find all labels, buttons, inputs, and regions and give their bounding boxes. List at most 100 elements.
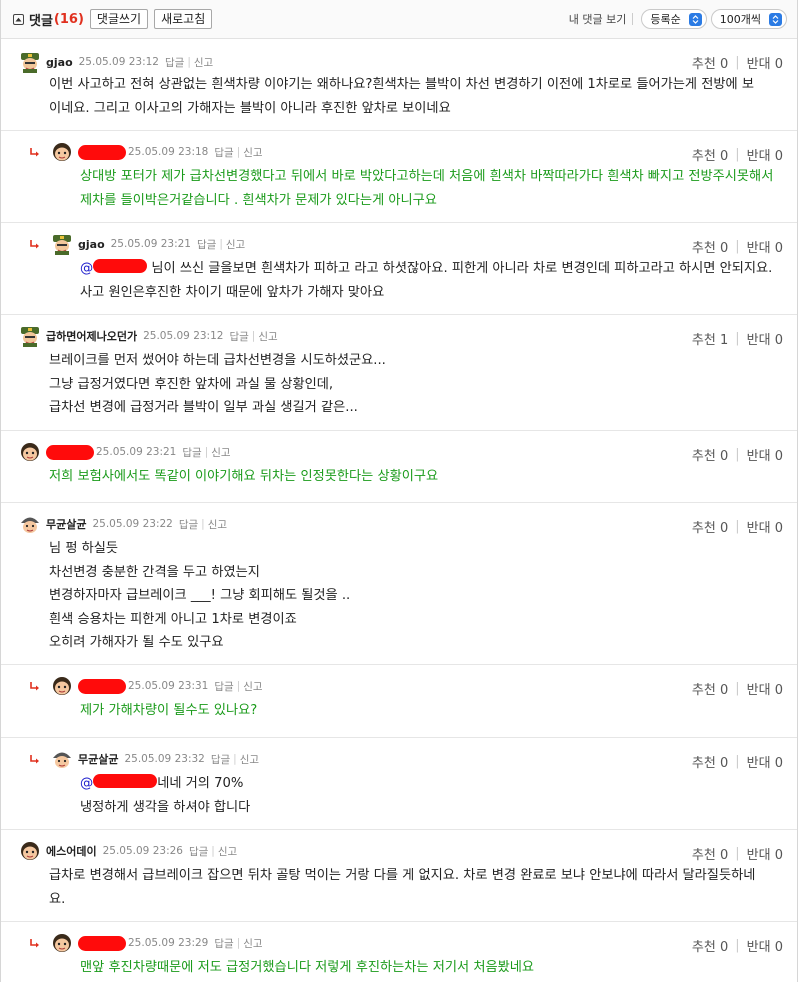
- comment-meta: 25.05.09 23:31 답글 | 신고: [51, 675, 263, 697]
- report-link[interactable]: 신고: [194, 55, 213, 70]
- upvote-button[interactable]: 추천 0: [692, 679, 728, 698]
- reply-link[interactable]: 답글: [229, 329, 248, 344]
- vote-box: 추천 0 | 반대 0: [692, 517, 783, 536]
- downvote-label: 반대: [746, 683, 771, 698]
- upvote-button[interactable]: 추천 0: [692, 844, 728, 863]
- upvote-button[interactable]: 추천 0: [692, 517, 728, 536]
- avatar[interactable]: [51, 233, 73, 255]
- downvote-button[interactable]: 반대 0: [747, 145, 783, 164]
- divider: |: [201, 518, 205, 530]
- report-link[interactable]: 신고: [218, 844, 237, 859]
- reply-link[interactable]: 답글: [211, 752, 230, 767]
- avatar[interactable]: [51, 748, 73, 770]
- report-link[interactable]: 신고: [208, 517, 227, 532]
- reply-link[interactable]: 답글: [214, 936, 233, 951]
- upvote-label: 추천: [691, 683, 716, 698]
- avatar[interactable]: [19, 441, 41, 463]
- report-link[interactable]: 신고: [243, 679, 262, 694]
- nickname[interactable]: 무균살균: [46, 516, 86, 532]
- downvote-label: 반대: [746, 940, 771, 955]
- upvote-button[interactable]: 추천 0: [692, 445, 728, 464]
- report-link[interactable]: 신고: [211, 445, 230, 460]
- avatar[interactable]: [19, 513, 41, 535]
- avatar[interactable]: [19, 840, 41, 862]
- report-link[interactable]: 신고: [243, 936, 262, 951]
- upvote-count: 0: [719, 241, 729, 256]
- upvote-button[interactable]: 추천 1: [692, 329, 728, 348]
- redacted-mention: [93, 259, 148, 273]
- comment-meta: 25.05.09 23:21 답글 | 신고: [19, 441, 231, 463]
- upvote-button[interactable]: 추천 0: [692, 936, 728, 955]
- reply-link[interactable]: 답글: [197, 237, 216, 252]
- nickname[interactable]: 무균살균: [78, 751, 118, 767]
- downvote-count: 0: [774, 756, 783, 771]
- per-page-select[interactable]: 100개씩: [710, 9, 787, 29]
- refresh-button[interactable]: 새로고침: [154, 9, 213, 29]
- vote-box: 추천 0 | 반대 0: [692, 844, 783, 863]
- downvote-button[interactable]: 반대 0: [747, 53, 783, 72]
- downvote-button[interactable]: 반대 0: [747, 679, 783, 698]
- reply-link[interactable]: 답글: [214, 145, 233, 160]
- mention-tag[interactable]: @: [80, 261, 93, 276]
- mention-tag[interactable]: @: [80, 776, 93, 791]
- avatar[interactable]: [19, 51, 41, 73]
- reply-link[interactable]: 답글: [165, 55, 184, 70]
- comment-line: 이네요. 그리고 이사고의 가해자는 블박이 아니라 후진한 앞차로 보이네요: [49, 100, 451, 116]
- comment-line: 냉정하게 생각을 하셔야 합니다: [80, 799, 251, 815]
- divider: |: [187, 56, 191, 68]
- nickname[interactable]: 에스어데이: [46, 843, 97, 859]
- reply-link[interactable]: 답글: [214, 679, 233, 694]
- comment-meta: 25.05.09 23:18 답글 | 신고: [51, 141, 263, 163]
- my-comments-link[interactable]: 내 댓글 보기: [569, 11, 627, 27]
- reply-link[interactable]: 답글: [189, 844, 208, 859]
- report-link[interactable]: 신고: [243, 145, 262, 160]
- downvote-button[interactable]: 반대 0: [747, 936, 783, 955]
- report-link[interactable]: 신고: [226, 237, 245, 252]
- comment-item: 급하면어제나오던가 25.05.09 23:12 답글 | 신고 추천 1 | 반대…: [1, 315, 797, 431]
- nickname[interactable]: gjao: [46, 56, 73, 69]
- avatar[interactable]: [51, 932, 73, 954]
- collapse-icon[interactable]: [13, 13, 24, 25]
- avatar[interactable]: [51, 141, 73, 163]
- comment-date: 25.05.09 23:21: [110, 238, 191, 250]
- write-comment-button[interactable]: 댓글쓰기: [89, 9, 149, 29]
- downvote-count: 0: [774, 449, 783, 464]
- upvote-count: 0: [719, 57, 729, 72]
- report-link[interactable]: 신고: [258, 329, 277, 344]
- reply-link[interactable]: 답글: [182, 445, 201, 460]
- comment-line: 사고 원인은후진한 차이기 때문에 앞차가 가해자 맞아요: [80, 284, 385, 300]
- reply-item: gjao 25.05.09 23:21 답글 | 신고 추천 0 | 반대 0 @ …: [1, 223, 797, 315]
- avatar[interactable]: [19, 325, 41, 347]
- upvote-button[interactable]: 추천 0: [692, 752, 728, 771]
- downvote-count: 0: [774, 683, 783, 698]
- upvote-button[interactable]: 추천 0: [692, 53, 728, 72]
- upvote-button[interactable]: 추천 0: [692, 237, 728, 256]
- divider: |: [233, 753, 237, 765]
- downvote-button[interactable]: 반대 0: [747, 517, 783, 536]
- downvote-button[interactable]: 반대 0: [747, 237, 783, 256]
- report-link[interactable]: 신고: [240, 752, 259, 767]
- comment-line-text: 님이 쓰신 글을보면 흰색차가 피하고 라고 하셧잖아요. 피한게 아니라 차로…: [147, 261, 773, 276]
- downvote-button[interactable]: 반대 0: [747, 329, 783, 348]
- comment-line: 님 펑 하실듯: [49, 541, 119, 556]
- reply-item: 무균살균 25.05.09 23:32 답글 | 신고 추천 0 | 반대 0 @ 네…: [1, 738, 797, 830]
- reply-link[interactable]: 답글: [179, 517, 198, 532]
- downvote-button[interactable]: 반대 0: [747, 445, 783, 464]
- downvote-button[interactable]: 반대 0: [747, 752, 783, 771]
- comment-title[interactable]: 댓글 (16): [13, 10, 84, 29]
- comment-line: 오히려 가해자가 될 수도 있구요: [49, 635, 224, 650]
- comment-date: 25.05.09 23:18: [128, 146, 209, 158]
- downvote-label: 반대: [746, 756, 771, 771]
- nickname[interactable]: gjao: [78, 238, 105, 251]
- comment-item: gjao 25.05.09 23:12 답글 | 신고 추천 0 | 반대 0 이번…: [1, 39, 797, 131]
- downvote-button[interactable]: 반대 0: [747, 844, 783, 863]
- divider: |: [735, 55, 740, 70]
- select-arrow-icon: [688, 12, 702, 26]
- sort-select[interactable]: 등록순: [641, 9, 707, 29]
- upvote-button[interactable]: 추천 0: [692, 145, 728, 164]
- comment-meta: 무균살균 25.05.09 23:22 답글 | 신고: [19, 513, 227, 535]
- nickname[interactable]: 급하면어제나오던가: [46, 328, 137, 344]
- reply-arrow-icon: [30, 239, 40, 250]
- avatar[interactable]: [51, 675, 73, 697]
- upvote-label: 추천: [691, 756, 716, 771]
